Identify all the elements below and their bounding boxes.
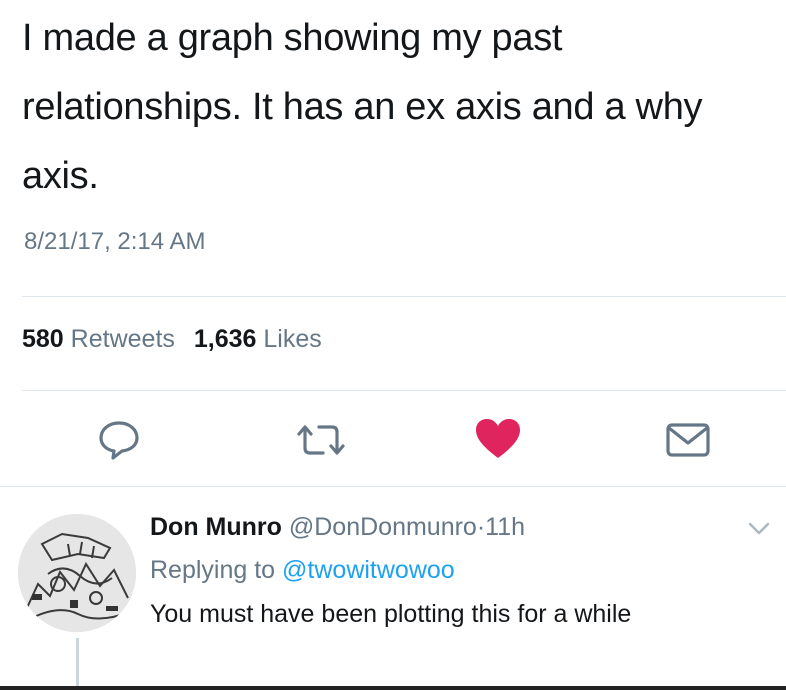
avatar[interactable] <box>18 514 136 632</box>
tweet-stats: 580 Retweets 1,636 Likes <box>22 325 322 354</box>
author-name[interactable]: Don Munro <box>150 513 282 541</box>
replying-to: Replying to @twowitwowoo <box>150 550 770 590</box>
reply-header: Don Munro @DonDonmunro·11h <box>150 510 770 544</box>
retweets-link[interactable]: 580 Retweets <box>22 325 175 353</box>
tweet-text: I made a graph showing my past relations… <box>22 17 703 197</box>
direct-message-button[interactable] <box>665 422 711 463</box>
reply-body: Don Munro @DonDonmunro·11h Replying to @… <box>150 510 770 634</box>
tweet-timestamp[interactable]: 8/21/17, 2:14 AM <box>24 228 205 256</box>
author-handle[interactable]: @DonDonmunro <box>289 513 477 541</box>
envelope-icon <box>666 423 710 457</box>
reply-text: You must have been plotting this for a w… <box>150 600 632 628</box>
reply-time[interactable]: 11h <box>485 513 525 541</box>
separator: · <box>476 513 486 541</box>
replying-prefix: Replying to <box>150 556 276 584</box>
likes-link[interactable]: 1,636 Likes <box>194 325 322 353</box>
speech-bubble-icon <box>99 421 139 460</box>
retweet-arrows-icon <box>297 425 345 455</box>
thread-line <box>76 638 79 690</box>
mention-link[interactable]: @twowitwowoo <box>282 556 455 584</box>
avatar-image <box>18 514 136 632</box>
chevron-down-icon <box>748 522 770 535</box>
likes-label: Likes <box>263 325 322 353</box>
likes-count: 1,636 <box>193 325 257 353</box>
more-options-button[interactable] <box>748 522 770 541</box>
divider <box>0 486 786 487</box>
like-button[interactable] <box>474 418 522 465</box>
heart-icon <box>476 419 520 458</box>
reply-tweet[interactable]: Don Munro @DonDonmunro·11h Replying to @… <box>0 488 786 690</box>
reply-button[interactable] <box>96 417 142 466</box>
divider <box>22 390 786 391</box>
retweets-count: 580 <box>22 325 64 353</box>
bottom-border <box>0 686 786 690</box>
divider <box>22 296 786 297</box>
retweets-label: Retweets <box>70 325 175 353</box>
retweet-button[interactable] <box>291 420 351 465</box>
